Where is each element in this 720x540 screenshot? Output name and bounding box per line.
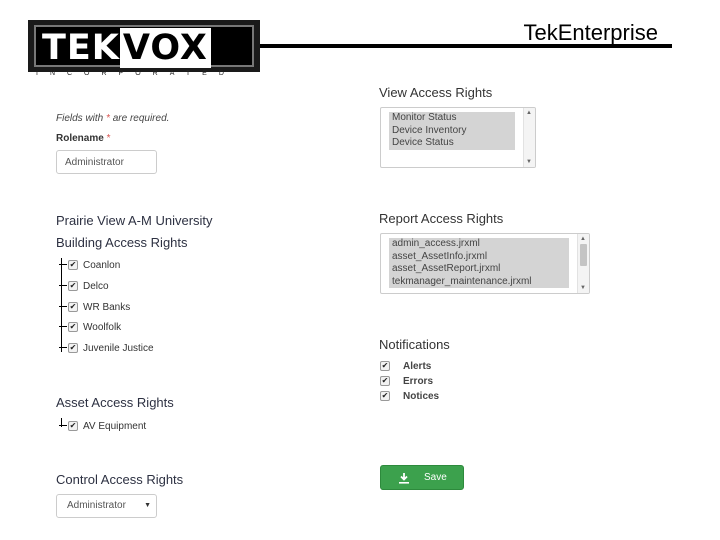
required-note: Fields with * are required. xyxy=(56,113,170,124)
control-access-value: Administrator xyxy=(67,500,126,511)
notification-label: Alerts xyxy=(403,360,432,372)
building-item-wr-banks[interactable]: ✔ WR Banks xyxy=(59,300,131,314)
building-item-label: Juvenile Justice xyxy=(83,342,154,354)
tree-connector xyxy=(61,258,62,352)
building-item-delco[interactable]: ✔ Delco xyxy=(59,279,109,293)
view-scrollbar[interactable]: ▲ ▼ xyxy=(523,108,535,167)
building-item-label: Delco xyxy=(83,280,109,292)
view-option[interactable]: Device Inventory xyxy=(389,125,515,138)
notification-errors[interactable]: ✔ Errors xyxy=(380,374,433,388)
asset-item-label: AV Equipment xyxy=(83,420,147,432)
logo-tagline: INCORPORATED xyxy=(36,70,236,77)
building-item-coanlon[interactable]: ✔ Coanlon xyxy=(59,258,121,272)
notifications-title: Notifications xyxy=(379,337,450,352)
logo-vox: VOX xyxy=(119,28,211,68)
notification-alerts[interactable]: ✔ Alerts xyxy=(380,359,431,373)
scroll-up-icon[interactable]: ▲ xyxy=(526,110,532,116)
report-scrollbar[interactable]: ▲ ▼ xyxy=(577,234,589,293)
rolename-input[interactable] xyxy=(56,150,157,174)
check-icon[interactable]: ✔ xyxy=(68,302,78,312)
rolename-label: Rolename * xyxy=(56,133,111,144)
report-access-title: Report Access Rights xyxy=(379,211,504,226)
download-icon xyxy=(397,472,411,484)
view-access-listbox[interactable]: Monitor Status Device Inventory Device S… xyxy=(380,107,536,168)
report-option[interactable]: tekmanager_maintenance.jrxml xyxy=(389,276,569,289)
notification-label: Notices xyxy=(403,390,440,402)
building-item-label: Woolfolk xyxy=(83,321,122,333)
building-item-label: WR Banks xyxy=(83,301,131,313)
save-button[interactable]: Save xyxy=(380,465,464,490)
report-option[interactable]: admin_access.jrxml xyxy=(389,238,569,251)
check-icon[interactable]: ✔ xyxy=(380,391,390,401)
building-item-label: Coanlon xyxy=(83,259,121,271)
view-access-title: View Access Rights xyxy=(379,85,493,100)
view-option[interactable]: Monitor Status xyxy=(389,112,515,125)
view-option[interactable]: Device Status xyxy=(389,137,515,150)
check-icon[interactable]: ✔ xyxy=(68,322,78,332)
check-icon[interactable]: ✔ xyxy=(380,376,390,386)
logo-tek: TEK xyxy=(42,28,120,68)
building-item-woolfolk[interactable]: ✔ Woolfolk xyxy=(59,320,122,334)
notification-notices[interactable]: ✔ Notices xyxy=(380,389,439,403)
control-access-title: Control Access Rights xyxy=(56,472,184,487)
scroll-thumb[interactable] xyxy=(580,244,587,266)
scroll-up-icon[interactable]: ▲ xyxy=(580,236,586,242)
report-option[interactable]: asset_AssetInfo.jrxml xyxy=(389,251,569,264)
check-icon[interactable]: ✔ xyxy=(68,281,78,291)
save-label: Save xyxy=(424,472,447,483)
asset-item-av-equipment[interactable]: ✔ AV Equipment xyxy=(59,419,147,433)
check-icon[interactable]: ✔ xyxy=(68,421,78,431)
scroll-down-icon[interactable]: ▼ xyxy=(580,285,586,291)
check-icon[interactable]: ✔ xyxy=(380,361,390,371)
report-option[interactable]: asset_AssetReport.jrxml xyxy=(389,263,569,276)
scroll-down-icon[interactable]: ▼ xyxy=(526,159,532,165)
control-access-select[interactable]: Administrator ▼ xyxy=(56,494,157,518)
university-name: Prairie View A-M University xyxy=(56,213,213,228)
asset-access-title: Asset Access Rights xyxy=(56,395,174,410)
app-title: TekEnterprise xyxy=(523,20,658,45)
notification-label: Errors xyxy=(403,375,434,387)
check-icon[interactable]: ✔ xyxy=(68,343,78,353)
caret-down-icon: ▼ xyxy=(144,502,151,509)
check-icon[interactable]: ✔ xyxy=(68,260,78,270)
report-access-listbox[interactable]: admin_access.jrxml asset_AssetInfo.jrxml… xyxy=(380,233,590,294)
building-item-juvenile-justice[interactable]: ✔ Juvenile Justice xyxy=(59,341,154,355)
building-access-title: Building Access Rights xyxy=(56,235,188,250)
